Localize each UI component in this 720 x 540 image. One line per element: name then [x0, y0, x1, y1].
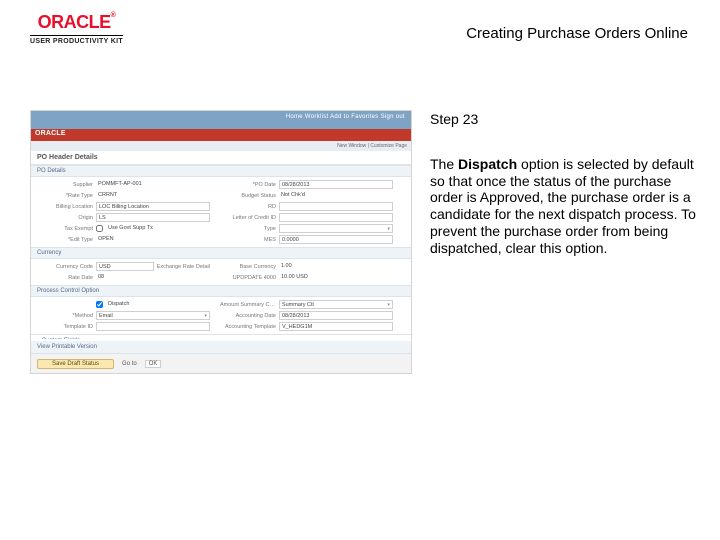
panel-title: PO Header Details	[31, 151, 411, 165]
field-billing-location: Billing LocationLOC Billing Location	[37, 202, 210, 211]
field-template-id: Template ID	[37, 322, 210, 331]
field-currency-code: Currency CodeUSDExchange Rate Detail	[37, 262, 210, 271]
body-pre: The	[430, 156, 458, 172]
instruction-body: The Dispatch option is selected by defau…	[430, 156, 700, 257]
app-brandbar: ORACLE	[31, 129, 411, 141]
section-po-details: PO Details	[31, 165, 411, 177]
field-mes: MES0.0000	[220, 235, 393, 244]
dispatch-checkbox[interactable]	[96, 301, 103, 308]
go-to-label: Go to	[122, 361, 137, 367]
po-header-panel: PO Header Details PO Details SupplierPOM…	[31, 151, 411, 363]
field-budget-status: Budget StatusNot Chk'd	[220, 191, 393, 200]
topbar-tabs: Home Worklist Add to Favorites Sign out	[205, 114, 405, 120]
screenshot-thumbnail: Home Worklist Add to Favorites Sign out …	[30, 110, 412, 374]
body-bold: Dispatch	[458, 156, 517, 172]
subbrand-text: USER PRODUCTIVITY KIT	[30, 38, 123, 45]
field-exempt-type: Type	[220, 224, 393, 233]
field-amount-summary: Amount Summary ControlSummary Ctl	[220, 300, 393, 309]
divider	[30, 35, 123, 36]
po-details-grid: SupplierPOMMFT-AP-001 *PO Date08/28/2013…	[31, 177, 411, 247]
field-rate-type: *Rate TypeCRRNT	[37, 191, 210, 200]
brand-block: ORACLE® USER PRODUCTIVITY KIT	[30, 12, 123, 45]
page-title: Creating Purchase Orders Online	[466, 25, 690, 42]
field-update-cost: UPDPDATE 400010.00 USD	[220, 273, 393, 282]
brand-text: ORACLE	[38, 12, 111, 32]
field-method: *MethodEmail	[37, 311, 210, 320]
tax-exempt-checkbox[interactable]	[96, 225, 103, 232]
content-area: Home Worklist Add to Favorites Sign out …	[30, 110, 700, 374]
tm-symbol: ®	[111, 12, 116, 19]
field-dispatch: Dispatch	[37, 300, 210, 309]
field-rd: RD	[220, 202, 393, 211]
field-supplier: SupplierPOMMFT-AP-001	[37, 180, 210, 189]
field-tax-exempt: Tax ExemptUse Govt Supp Tx	[37, 224, 210, 233]
lower-title: View Printable Version	[31, 341, 411, 354]
field-letter-of-credit: Letter of Credit ID	[220, 213, 393, 222]
field-accounting-template: Accounting TemplateV_HEDG1M	[220, 322, 393, 331]
breadcrumb: New Window | Customize Page	[31, 141, 411, 151]
go-to-select[interactable]: OK	[145, 360, 162, 368]
currency-grid: Currency CodeUSDExchange Rate Detail Bas…	[31, 259, 411, 285]
lower-pane: View Printable Version Save Draft Status…	[31, 339, 411, 373]
field-rate-date: Rate Date08	[37, 273, 210, 282]
section-currency: Currency	[31, 247, 411, 259]
process-control-grid: Dispatch Amount Summary ControlSummary C…	[31, 297, 411, 334]
field-base-currency: Base Currency1.00	[220, 262, 393, 271]
instruction-pane: Step 23 The Dispatch option is selected …	[430, 110, 700, 374]
field-po-date: *PO Date08/28/2013	[220, 180, 393, 189]
save-draft-button[interactable]: Save Draft Status	[37, 359, 114, 369]
page-header: ORACLE® USER PRODUCTIVITY KIT Creating P…	[0, 0, 720, 55]
lower-controls: Save Draft Status Go to OK	[31, 354, 411, 373]
section-process-control: Process Control Option	[31, 285, 411, 297]
field-origin: OriginLS	[37, 213, 210, 222]
field-accounting-date: Accounting Date08/28/2013	[220, 311, 393, 320]
field-edit-type: *Edit TypeOPEN	[37, 235, 210, 244]
step-label: Step 23	[430, 111, 700, 128]
oracle-logo: ORACLE®	[38, 12, 116, 33]
app-brand: ORACLE	[35, 130, 66, 137]
app-topbar: Home Worklist Add to Favorites Sign out	[31, 111, 411, 129]
